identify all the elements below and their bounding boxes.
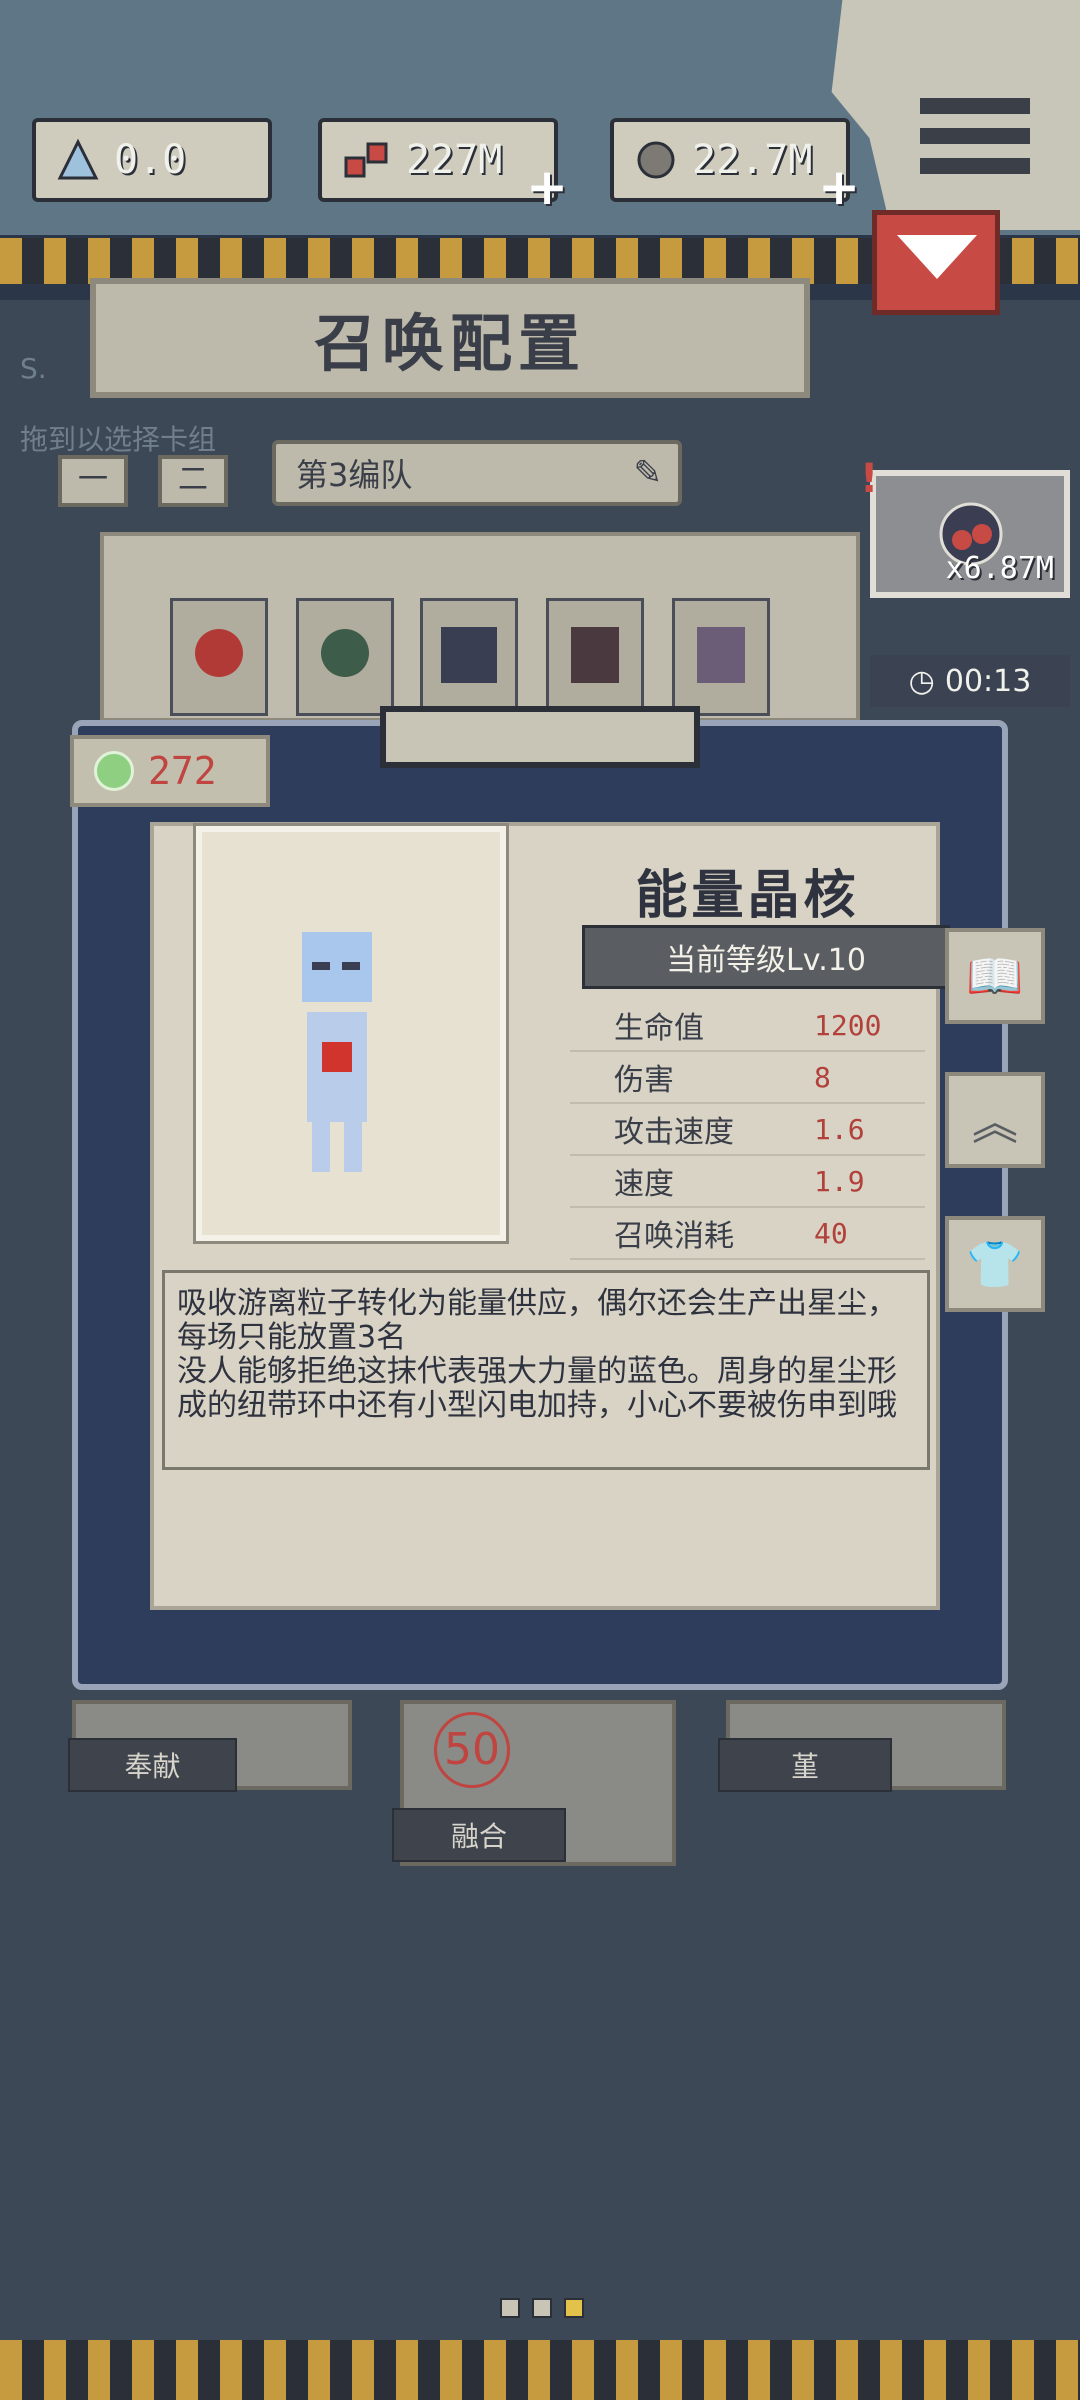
stats-table: 生命值 1200 伤害 8 攻击速度 1.6 速度 1.9 召唤消耗 40 [570, 1000, 925, 1260]
stat-label: 伤害 [614, 1063, 674, 1098]
energy-core-character [302, 932, 372, 1172]
card-description: 吸收游离粒子转化为能量供应，偶尔还会生产出星尘，每场只能放置3名 没人能够拒绝这… [162, 1270, 930, 1470]
stat-row: 生命值 1200 [570, 1000, 925, 1052]
stat-label: 召唤消耗 [614, 1219, 734, 1254]
donate-button[interactable]: 奉献 [68, 1738, 237, 1792]
triangle-down-icon [897, 235, 977, 279]
team-name: 第3编队 [296, 456, 413, 494]
stat-value: 40 [814, 1216, 848, 1250]
alert-icon: ! [860, 456, 879, 502]
stat-label: 生命值 [614, 1011, 704, 1046]
deck-card[interactable] [672, 598, 770, 716]
energy-value: 272 [148, 749, 217, 793]
team-next-button[interactable]: 二 [158, 455, 228, 507]
hazard-stripe-bottom [0, 2340, 1080, 2400]
page-dot-active[interactable] [564, 2298, 584, 2318]
summon-config-title: 召唤配置 [90, 278, 810, 398]
card-portrait [193, 823, 509, 1244]
right-card-button[interactable]: 堇 [718, 1738, 892, 1792]
potion-count: x6.87M [945, 551, 1054, 586]
hamburger-menu-icon[interactable] [920, 98, 1030, 198]
edit-icon[interactable]: ✎ [634, 453, 663, 493]
resource-crystal[interactable]: 0.0 [32, 118, 272, 202]
hint-left: S. [20, 352, 47, 385]
potion-reward-box[interactable]: ! x6.87M [860, 456, 1070, 598]
gem-cluster-icon [344, 142, 388, 178]
shirt-icon[interactable]: 👕 [945, 1216, 1045, 1312]
resource-crystal-value: 0.0 [114, 137, 187, 183]
card-level: 当前等级Lv.10 [582, 925, 950, 989]
deck-card[interactable] [420, 598, 518, 716]
add-planet-plus-icon[interactable]: + [818, 158, 860, 216]
deck-card[interactable] [170, 598, 268, 716]
stat-value: 1200 [814, 1008, 882, 1042]
card-name: 能量晶核 [635, 865, 860, 926]
stat-row: 召唤消耗 40 [570, 1208, 925, 1260]
crystal-triangle-icon [57, 138, 99, 180]
deck-card[interactable] [296, 598, 394, 716]
drag-hint-text: 拖到以选择卡组 [20, 423, 217, 456]
resource-gems-value: 227M [406, 137, 503, 183]
energy-icon [94, 751, 134, 791]
stat-row: 攻击速度 1.6 [570, 1104, 925, 1156]
timer-value: 00:13 [944, 663, 1032, 699]
stat-value: 1.6 [814, 1112, 865, 1146]
stat-label: 攻击速度 [614, 1115, 734, 1150]
clock-icon: ◷ [908, 663, 935, 699]
planet-icon [637, 141, 675, 179]
collapse-button[interactable] [872, 210, 1000, 315]
book-icon[interactable]: 📖 [945, 928, 1045, 1024]
fusion-button[interactable]: 融合 [392, 1808, 566, 1862]
team-prev-button[interactable]: 一 [58, 455, 128, 507]
timer: ◷ 00:13 [870, 655, 1070, 707]
fusion-badge: 50 [434, 1712, 510, 1788]
stat-row: 伤害 8 [570, 1052, 925, 1104]
stat-value: 8 [814, 1060, 831, 1094]
page-dot[interactable] [532, 2298, 552, 2318]
deck-card[interactable] [546, 598, 644, 716]
page-title: 召唤配置 [313, 307, 586, 380]
page-indicator [500, 2298, 584, 2318]
resource-gems[interactable]: 227M + [318, 118, 568, 216]
add-gems-plus-icon[interactable]: + [526, 158, 568, 216]
upgrade-chevron-icon[interactable]: ︽ [945, 1072, 1045, 1168]
energy-counter: 272 [70, 735, 270, 807]
stat-row: 速度 1.9 [570, 1156, 925, 1208]
team-selector[interactable]: 第3编队 ✎ [272, 440, 682, 506]
resource-planet-value: 22.7M [692, 137, 813, 183]
stat-label: 速度 [614, 1167, 674, 1202]
page-dot[interactable] [500, 2298, 520, 2318]
resource-planet[interactable]: 22.7M + [610, 118, 860, 216]
stat-value: 1.9 [814, 1164, 865, 1198]
clipboard-clip [380, 706, 700, 768]
